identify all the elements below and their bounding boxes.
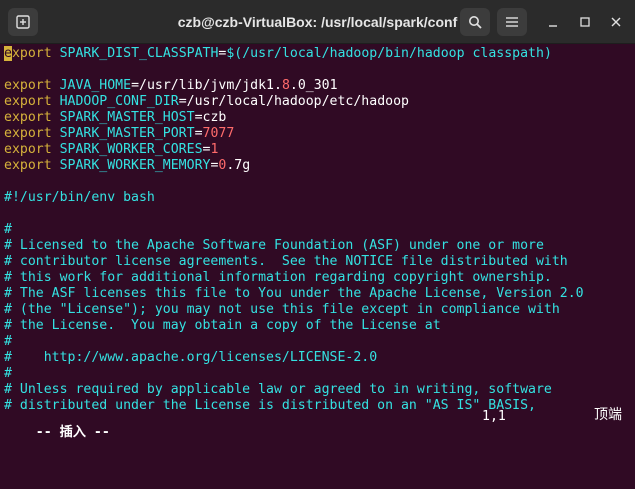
scroll-location: 顶端	[594, 407, 622, 423]
cursor-position: 1,1	[482, 409, 506, 424]
variable-name: SPARK_MASTER_HOST	[59, 110, 195, 125]
vim-cursor: e	[4, 46, 12, 61]
export-keyword: export	[4, 142, 52, 157]
assign-operator: =	[178, 94, 187, 109]
assign-operator: =	[131, 78, 140, 93]
export-keyword: export	[4, 126, 52, 141]
terminal-area[interactable]: export SPARK_DIST_CLASSPATH = $(/usr/local…	[0, 44, 635, 440]
minimize-button[interactable]	[544, 13, 562, 31]
hamburger-menu-icon	[506, 17, 518, 27]
editor-line: export SPARK_MASTER_HOST=czb	[4, 110, 226, 126]
comment-text: # http://www.apache.org/licenses/LICENSE…	[4, 350, 378, 365]
variable-value: 1	[210, 142, 219, 157]
editor-line: # (the "License"); you may not use this …	[4, 302, 560, 318]
menu-button[interactable]	[497, 8, 527, 36]
comment-text: #!/usr/bin/env bash	[4, 190, 155, 205]
comment-text: # Licensed to the Apache Software Founda…	[4, 238, 544, 253]
comment-text: # this work for additional information r…	[4, 270, 552, 285]
maximize-icon	[580, 17, 590, 27]
close-button[interactable]	[607, 13, 625, 31]
comment-text: # the License. You may obtain a copy of …	[4, 318, 441, 333]
editor-line: export SPARK_WORKER_MEMORY=0.7g	[4, 158, 250, 174]
comment-text: # contributor license agreements. See th…	[4, 254, 568, 269]
editor-line: #	[4, 366, 12, 382]
variable-value: /usr/local/hadoop/etc/hadoop	[186, 94, 409, 109]
comment-text: #	[4, 222, 12, 237]
minimize-icon	[549, 25, 557, 27]
export-keyword: export	[4, 94, 52, 109]
variable-value: 7077	[202, 126, 235, 141]
variable-value: czb	[202, 110, 227, 125]
editor-line: # Unless required by applicable law or a…	[4, 382, 552, 398]
editor-line: export SPARK_WORKER_CORES=1	[4, 142, 218, 158]
vim-statusline: -- 插入 -- 1,1 顶端	[4, 407, 631, 440]
maximize-button[interactable]	[576, 13, 594, 31]
editor-line: export SPARK_MASTER_PORT=7077	[4, 126, 234, 142]
editor-line: # contributor license agreements. See th…	[4, 254, 568, 270]
variable-value: $(/usr/local/hadoop/bin/hadoop classpath…	[226, 46, 552, 61]
export-keyword: xport	[11, 46, 52, 61]
variable-name: SPARK_WORKER_MEMORY	[59, 158, 211, 173]
close-icon	[611, 17, 621, 27]
editor-line: #!/usr/bin/env bash	[4, 190, 155, 206]
variable-name: JAVA_HOME	[59, 78, 132, 93]
comment-text: #	[4, 366, 12, 381]
assign-operator: =	[194, 126, 203, 141]
editor-line: export SPARK_DIST_CLASSPATH=$(/usr/local…	[4, 46, 552, 62]
search-button[interactable]	[460, 8, 490, 36]
editor-line: export JAVA_HOME=/usr/lib/jvm/jdk1.8.0_3…	[4, 78, 338, 94]
vim-mode-indicator: -- 插入 --	[35, 425, 110, 440]
export-keyword: export	[4, 110, 52, 125]
comment-text: # Unless required by applicable law or a…	[4, 382, 552, 397]
editor-line: # the License. You may obtain a copy of …	[4, 318, 441, 334]
editor-line: #	[4, 334, 12, 350]
comment-text: # (the "License"); you may not use this …	[4, 302, 560, 317]
variable-value: /usr/lib/jvm/jdk1.	[139, 78, 282, 93]
variable-name: SPARK_MASTER_PORT	[59, 126, 195, 141]
search-icon	[469, 16, 482, 29]
variable-value: 8	[281, 78, 290, 93]
variable-name: HADOOP_CONF_DIR	[59, 94, 179, 109]
editor-line: # this work for additional information r…	[4, 270, 552, 286]
editor-line: # http://www.apache.org/licenses/LICENSE…	[4, 350, 377, 366]
variable-name: SPARK_WORKER_CORES	[59, 142, 203, 157]
assign-operator: =	[194, 110, 203, 125]
editor-line: #	[4, 222, 12, 238]
window-title: czb@czb-VirtualBox: /usr/local/spark/con…	[177, 14, 458, 30]
variable-name: SPARK_DIST_CLASSPATH	[59, 46, 219, 61]
editor-line: export HADOOP_CONF_DIR=/usr/local/hadoop…	[4, 94, 409, 110]
variable-value: .0_301	[289, 78, 338, 93]
variable-value: .7g	[226, 158, 251, 173]
comment-text: #	[4, 334, 12, 349]
comment-text: # The ASF licenses this file to You unde…	[4, 286, 584, 301]
window-titlebar: czb@czb-VirtualBox: /usr/local/spark/con…	[0, 0, 635, 44]
export-keyword: export	[4, 158, 52, 173]
editor-line: # Licensed to the Apache Software Founda…	[4, 238, 544, 254]
editor-line: # The ASF licenses this file to You unde…	[4, 286, 584, 302]
export-keyword: export	[4, 78, 52, 93]
